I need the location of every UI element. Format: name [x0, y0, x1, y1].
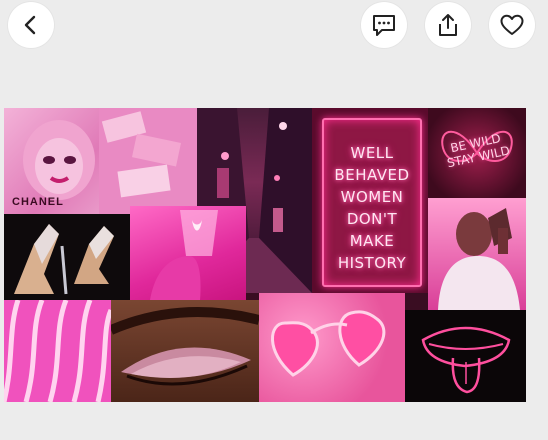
- neon-line-4: DON'T: [346, 210, 398, 228]
- comment-button[interactable]: [361, 2, 407, 48]
- collage-tile-glass: [130, 206, 246, 300]
- neon-line-5: MAKE: [349, 232, 395, 250]
- share-button[interactable]: [425, 2, 471, 48]
- neon-line-6: HISTORY: [337, 254, 407, 272]
- collage-tile-heels: [4, 214, 130, 300]
- collage-tile-neon-lips: [405, 310, 526, 402]
- collage-tile-heart-glasses: [259, 293, 405, 402]
- collage-tile-eye: [111, 300, 259, 402]
- heart-icon: [500, 14, 524, 35]
- like-button[interactable]: [489, 2, 535, 48]
- neon-line-2: BEHAVED: [334, 166, 410, 184]
- collage-tile-girl: [428, 198, 526, 310]
- neon-sign-text: WELL BEHAVED WOMEN DON'T MAKE HISTORY: [324, 142, 420, 274]
- chanel-label: CHANEL: [12, 196, 64, 208]
- pin-image-collage[interactable]: CHANEL WELL BEHAVED WOMEN DON'T MAKE HIS…: [4, 108, 526, 402]
- chevron-left-icon: [24, 15, 36, 35]
- comment-icon: [373, 15, 395, 36]
- share-icon: [439, 14, 457, 36]
- collage-tile-be-wild-sign: BE WILD STAY WILD: [428, 108, 526, 198]
- neon-line-1: WELL: [350, 144, 394, 162]
- collage-tile-flames: [4, 300, 111, 402]
- back-button[interactable]: [8, 2, 54, 48]
- collage-tile-doll: CHANEL: [4, 108, 197, 214]
- neon-sign-frame: WELL BEHAVED WOMEN DON'T MAKE HISTORY: [322, 118, 422, 287]
- collage-tile-neon-sign: WELL BEHAVED WOMEN DON'T MAKE HISTORY: [312, 108, 428, 293]
- neon-line-3: WOMEN: [340, 188, 404, 206]
